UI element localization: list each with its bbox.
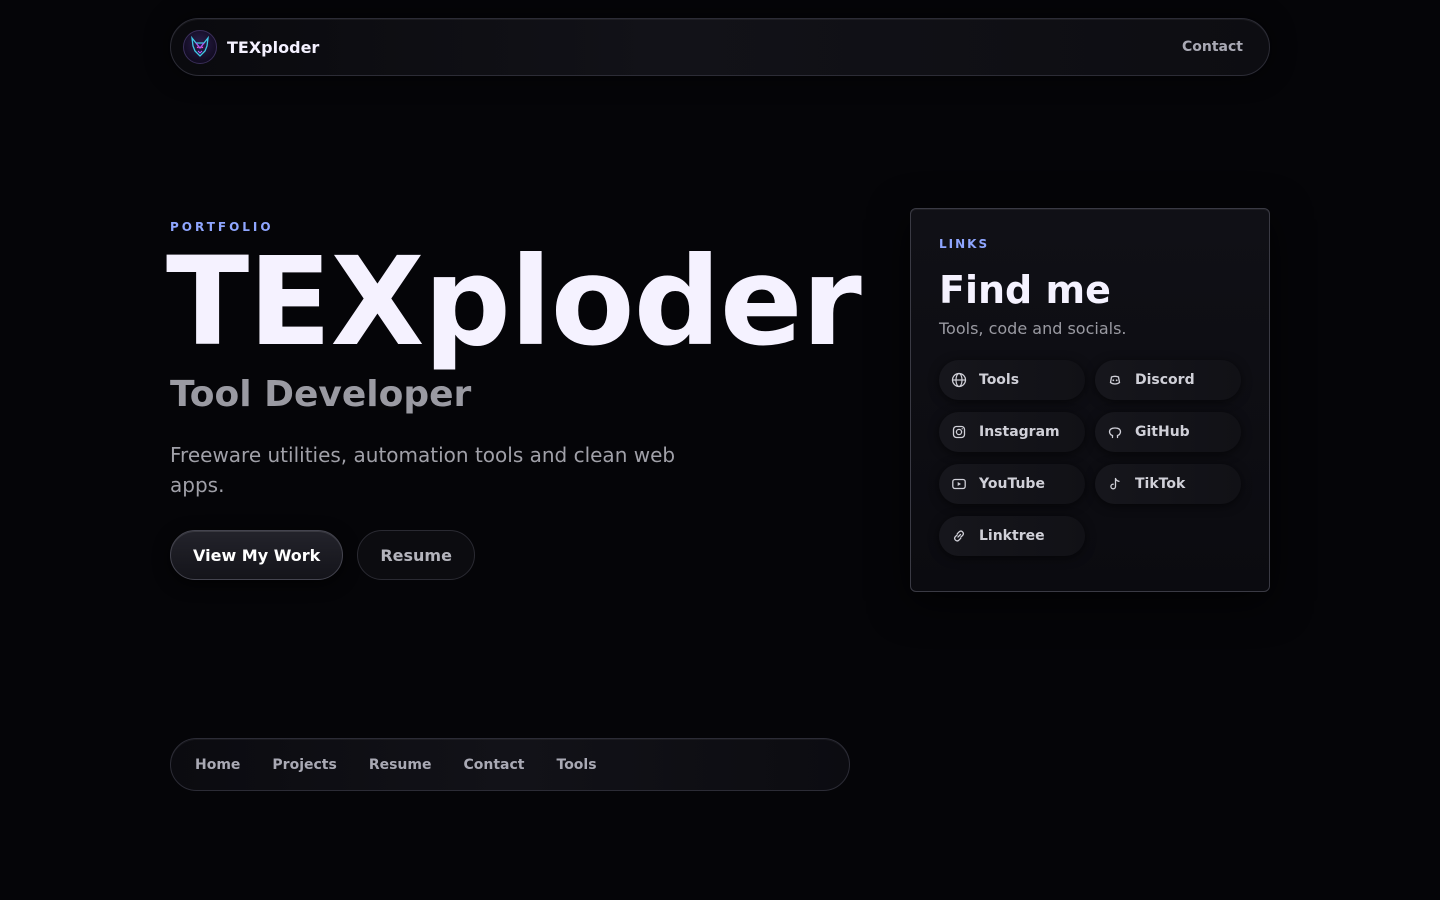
hero-title: TEXploder [166,231,862,373]
links-grid: Tools Discord Instagram GitHub YouTube T… [939,359,1241,556]
instagram-icon [952,425,966,438]
hero-actions: View My Work Resume [170,530,475,580]
links-eyebrow: LINKS [939,237,990,251]
youtube-icon [952,478,966,489]
link-youtube[interactable]: YouTube [939,463,1085,504]
link-label: Tools [979,371,1020,388]
links-subtitle: Tools, code and socials. [939,318,1127,338]
github-icon [1108,427,1122,438]
bottom-nav-contact[interactable]: Contact [464,757,525,773]
link-github[interactable]: GitHub [1095,411,1241,452]
link-discord[interactable]: Discord [1095,359,1241,400]
top-nav: TEXploder Contact [170,18,1270,76]
nav-contact-link[interactable]: Contact [1182,39,1243,55]
bottom-nav-tools[interactable]: Tools [557,757,597,773]
wolf-logo-icon [183,30,217,64]
bottom-nav-home[interactable]: Home [195,757,240,773]
link-label: GitHub [1135,423,1190,440]
bottom-nav-projects[interactable]: Projects [272,757,336,773]
resume-button[interactable]: Resume [357,530,475,580]
bottom-nav-resume[interactable]: Resume [369,757,432,773]
link-icon [954,530,964,542]
link-label: YouTube [979,475,1045,492]
hero-description: Freeware utilities, automation tools and… [170,443,676,497]
link-instagram[interactable]: Instagram [939,411,1085,452]
links-title: Find me [939,268,1111,312]
link-label: TikTok [1135,475,1186,492]
link-label: Instagram [979,423,1060,440]
brand-link[interactable]: TEXploder [183,30,319,64]
view-my-work-button[interactable]: View My Work [170,530,344,580]
link-tiktok[interactable]: TikTok [1095,463,1241,504]
link-linktree[interactable]: Linktree [939,515,1085,556]
link-label: Discord [1135,371,1195,388]
links-card: LINKS Find me Tools, code and socials. T… [910,208,1270,592]
bottom-nav: Home Projects Resume Contact Tools [170,738,850,791]
globe-icon [951,372,967,387]
discord-icon [1109,375,1121,385]
brand-name: TEXploder [227,37,320,57]
hero-subtitle: Tool Developer [170,374,472,415]
link-label: Linktree [979,527,1045,544]
link-tools[interactable]: Tools [939,359,1085,400]
tiktok-icon [1110,477,1120,490]
